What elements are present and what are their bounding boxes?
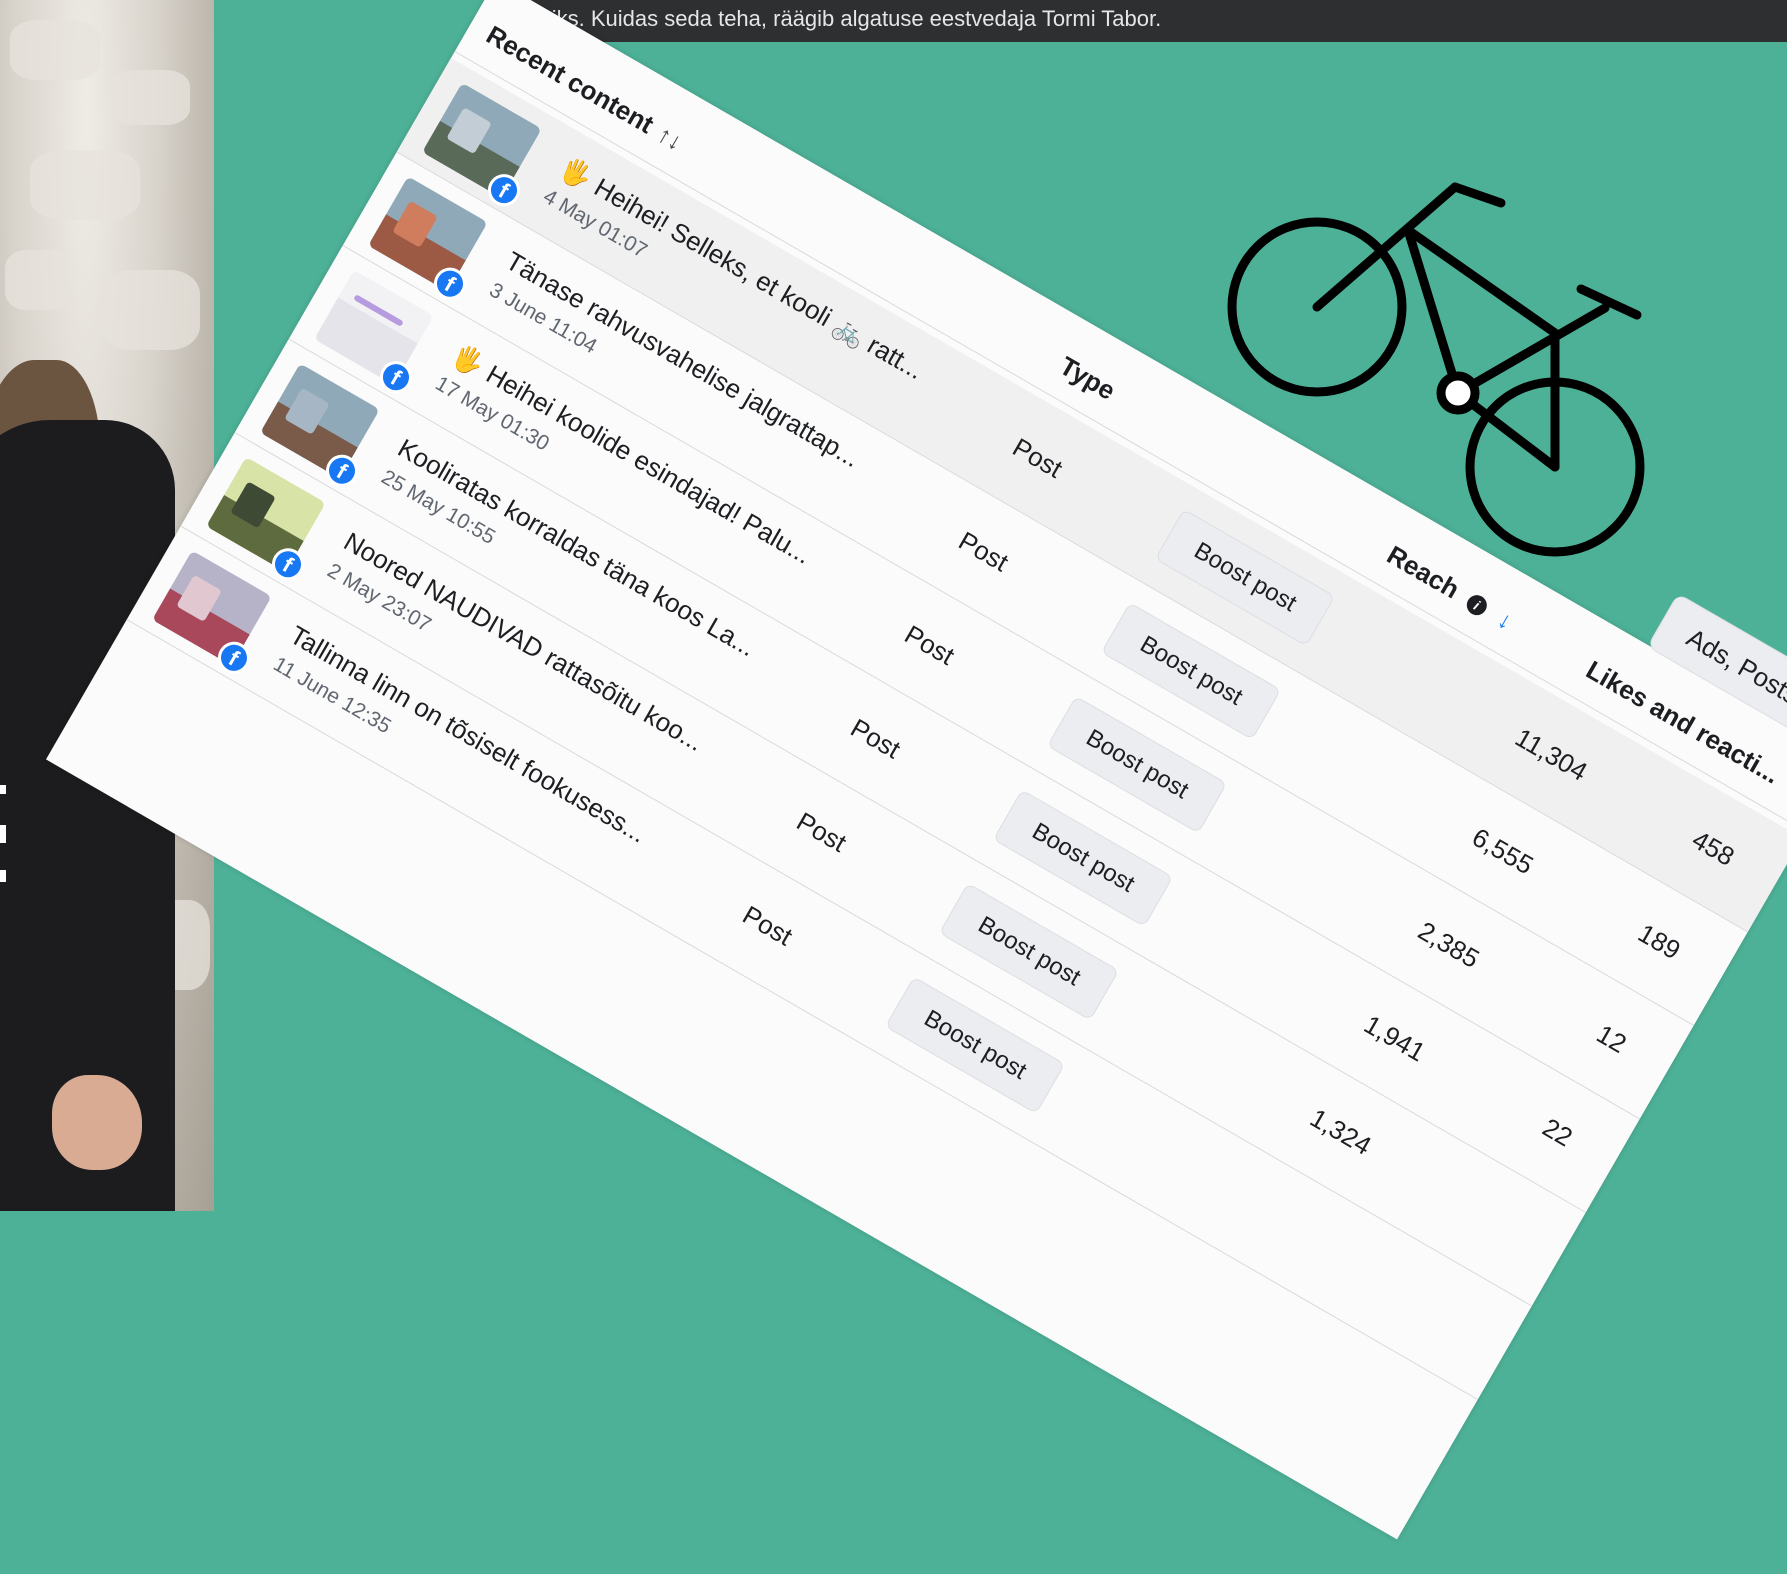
info-icon[interactable]: i [1463, 591, 1491, 619]
caption-text: viisiks. Kuidas seda teha, räägib algatu… [516, 0, 1787, 42]
post-type: Post [737, 899, 798, 952]
post-reach: 1,941 [1359, 1008, 1431, 1068]
post-reach: 1,324 [1305, 1102, 1377, 1161]
post-type: Post [791, 805, 852, 858]
post-thumbnail [152, 550, 272, 666]
post-type: Post [1007, 431, 1068, 484]
sort-icon[interactable]: ↑↓ [653, 121, 687, 156]
post-likes: 22 [1537, 1111, 1578, 1153]
post-likes [1428, 1165, 1523, 1220]
header-type: Type [1054, 350, 1121, 406]
post-likes: 189 [1633, 917, 1686, 966]
post-type: Post [953, 525, 1014, 578]
post-type: Post [899, 618, 960, 671]
post-likes [1374, 1259, 1469, 1314]
post-reach: 11,304 [1510, 722, 1593, 787]
post-type: Post [845, 712, 906, 765]
post-likes: 458 [1687, 824, 1740, 872]
post-reach: 2,385 [1413, 915, 1485, 974]
post-reach: 6,555 [1467, 821, 1539, 881]
sort-descending-icon[interactable]: ↓ [1493, 606, 1517, 635]
post-likes: 12 [1591, 1018, 1632, 1059]
